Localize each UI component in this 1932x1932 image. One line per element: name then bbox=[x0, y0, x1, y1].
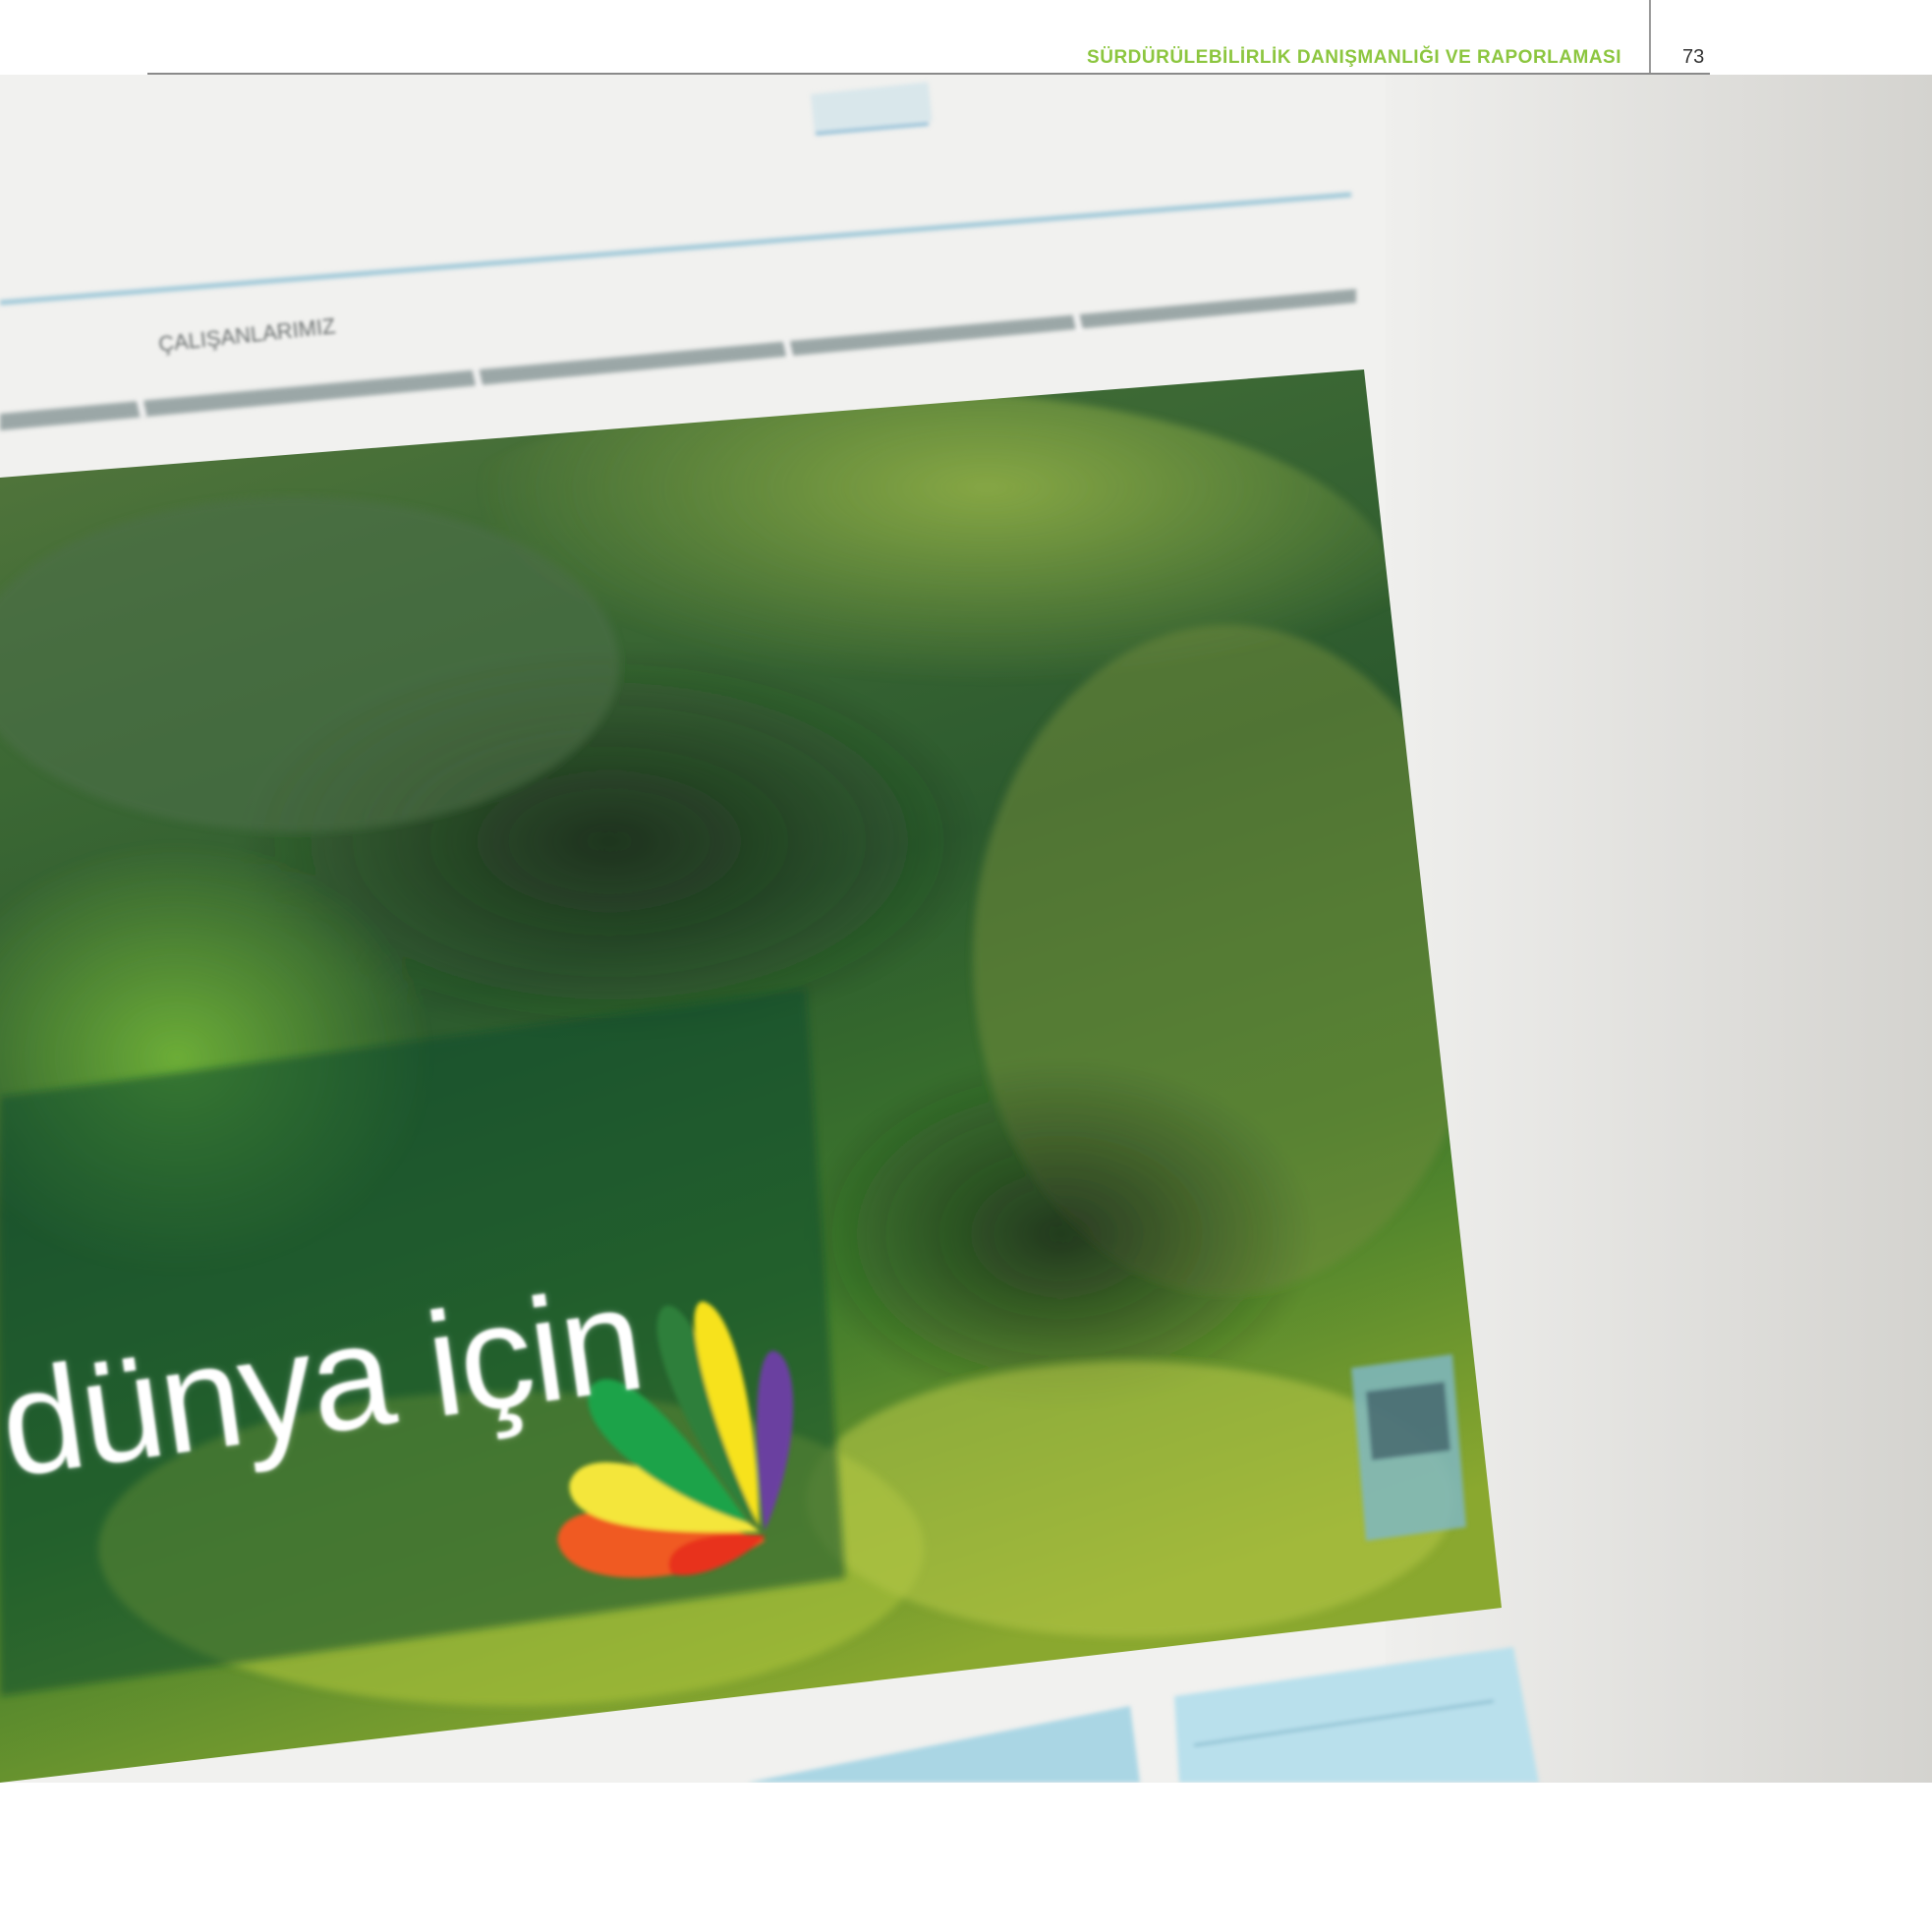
badge-icon bbox=[1351, 1354, 1466, 1541]
forest-image bbox=[0, 369, 1502, 1783]
header-divider bbox=[1649, 0, 1651, 75]
page-number: 73 bbox=[1682, 46, 1705, 68]
page-header: SÜRDÜRÜLEBİLİRLİK DANIŞMANLIĞI VE RAPORL… bbox=[0, 0, 1932, 75]
website-photo: ÇALIŞANLARIMIZ dünya için bbox=[0, 75, 1932, 1783]
section-title: SÜRDÜRÜLEBİLİRLİK DANIŞMANLIĞI VE RAPORL… bbox=[1087, 47, 1621, 68]
